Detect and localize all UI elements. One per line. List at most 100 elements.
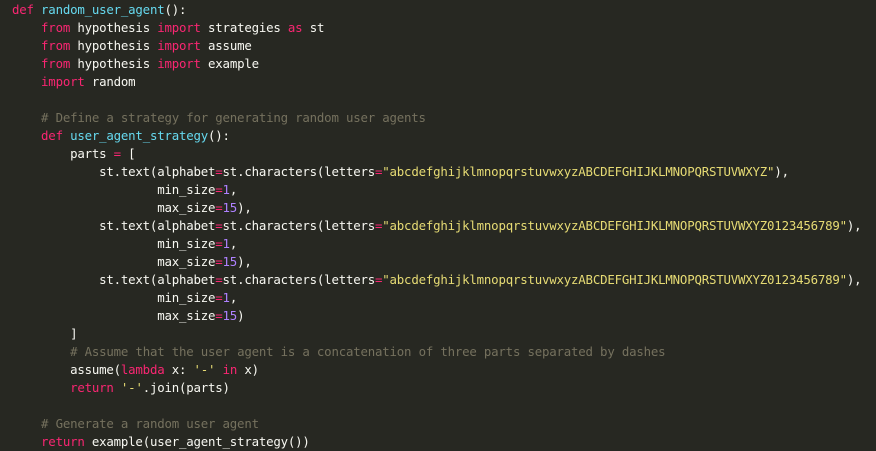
- code-token-plain: hypothesis: [70, 38, 158, 53]
- code-token-comment: # Generate a random user agent: [41, 416, 259, 431]
- code-token-keyword: lambda: [120, 362, 165, 377]
- code-line: st.text(alphabet=st.characters(letters="…: [0, 217, 876, 235]
- code-token-plain: st.text(alphabet: [12, 164, 216, 179]
- code-token-number: 15: [222, 308, 238, 323]
- code-token-keyword: =: [113, 146, 121, 161]
- code-line: ]: [0, 325, 876, 343]
- code-token-plain: st.text(alphabet: [12, 272, 216, 287]
- code-token-keyword: =: [215, 182, 223, 197]
- code-token-keyword: =: [215, 308, 223, 323]
- code-token-keyword: import: [157, 20, 201, 35]
- code-token-plain: parts: [12, 146, 114, 161]
- code-token-plain: assume: [200, 38, 252, 53]
- code-token-plain: ),: [774, 164, 789, 179]
- code-token-plain: random: [84, 74, 136, 89]
- code-token-keyword: def: [12, 2, 34, 17]
- code-token-keyword: =: [215, 290, 223, 305]
- code-line: import random: [0, 73, 876, 91]
- code-token-function: random_user_agent: [41, 2, 165, 17]
- code-token-string: '-': [120, 380, 143, 395]
- code-line: from hypothesis import assume: [0, 37, 876, 55]
- code-line: parts = [: [0, 145, 876, 163]
- code-token-plain: st: [302, 20, 325, 35]
- code-token-plain: min_size: [12, 182, 216, 197]
- code-token-plain: ,: [229, 182, 238, 197]
- code-token-plain: ():: [208, 128, 230, 143]
- code-token-plain: ),: [237, 254, 252, 269]
- code-line: min_size=1,: [0, 289, 876, 307]
- code-line: def user_agent_strategy():: [0, 127, 876, 145]
- code-token-keyword: =: [215, 200, 223, 215]
- code-token-number: 1: [222, 290, 230, 305]
- code-line: min_size=1,: [0, 235, 876, 253]
- code-token-function: user_agent_strategy: [70, 128, 209, 143]
- code-token-string: "abcdefghijklmnopqrstuvwxyzABCDEFGHIJKLM…: [382, 164, 775, 179]
- code-token-number: 1: [222, 182, 230, 197]
- code-token-keyword: def: [41, 128, 63, 143]
- code-token-string: "abcdefghijklmnopqrstuvwxyzABCDEFGHIJKLM…: [382, 272, 847, 287]
- code-line: st.text(alphabet=st.characters(letters="…: [0, 163, 876, 181]
- code-line: # Assume that the user agent is a concat…: [0, 343, 876, 361]
- code-editor[interactable]: def random_user_agent (): from hypothesis…: [0, 0, 876, 449]
- code-line: max_size=15),: [0, 253, 876, 271]
- code-token-comment: # Assume that the user agent is a concat…: [70, 344, 666, 359]
- code-token-plain: hypothesis: [70, 56, 158, 71]
- code-token-plain: hypothesis: [70, 20, 158, 35]
- code-token-plain: ),: [237, 200, 252, 215]
- code-token-plain: min_size: [12, 290, 216, 305]
- code-token-keyword: =: [215, 254, 223, 269]
- code-token-keyword: import: [41, 74, 85, 89]
- code-token-keyword: =: [215, 164, 223, 179]
- code-line: st.text(alphabet=st.characters(letters="…: [0, 271, 876, 289]
- code-token-keyword: =: [215, 272, 223, 287]
- code-line: from hypothesis import strategies as st: [0, 19, 876, 37]
- code-token-keyword: return: [70, 380, 114, 395]
- code-token-plain: st.characters(letters: [222, 164, 376, 179]
- code-token-plain: strategies: [200, 20, 288, 35]
- code-token-plain: ]: [12, 326, 78, 341]
- code-block: def random_user_agent (): from hypothesis…: [0, 1, 876, 451]
- code-token-plain: st.text(alphabet: [12, 218, 216, 233]
- code-token-plain: ,: [229, 236, 238, 251]
- code-token-plain: max_size: [12, 254, 216, 269]
- code-token-plain: max_size: [12, 308, 216, 323]
- code-token-number: 15: [222, 254, 238, 269]
- code-token-plain: example: [200, 56, 259, 71]
- code-token-plain: [: [120, 146, 136, 161]
- code-token-string: "abcdefghijklmnopqrstuvwxyzABCDEFGHIJKLM…: [382, 218, 847, 233]
- code-token-plain: assume(: [12, 362, 121, 377]
- code-line: assume(lambda x: '-' in x): [0, 361, 876, 379]
- code-token-plain: ): [237, 308, 245, 323]
- code-line: return '-'.join(parts): [0, 379, 876, 397]
- code-line: min_size=1,: [0, 181, 876, 199]
- code-token-plain: x): [237, 362, 259, 377]
- code-token-plain: st.characters(letters: [222, 272, 376, 287]
- code-token-keyword: in: [222, 362, 238, 377]
- code-line: return example(user_agent_strategy()): [0, 433, 876, 451]
- code-token-keyword: import: [157, 56, 201, 71]
- code-line: from hypothesis import example: [0, 55, 876, 73]
- code-token-plain: st.characters(letters: [222, 218, 376, 233]
- code-token-keyword: as: [287, 20, 303, 35]
- code-token-plain: ),: [846, 218, 862, 233]
- code-token-plain: example(user_agent_strategy()): [84, 434, 310, 449]
- code-token-keyword: =: [215, 218, 223, 233]
- code-token-keyword: from: [41, 20, 71, 35]
- code-token-number: 1: [222, 236, 230, 251]
- code-token-plain: ,: [229, 290, 238, 305]
- code-token-keyword: import: [157, 38, 201, 53]
